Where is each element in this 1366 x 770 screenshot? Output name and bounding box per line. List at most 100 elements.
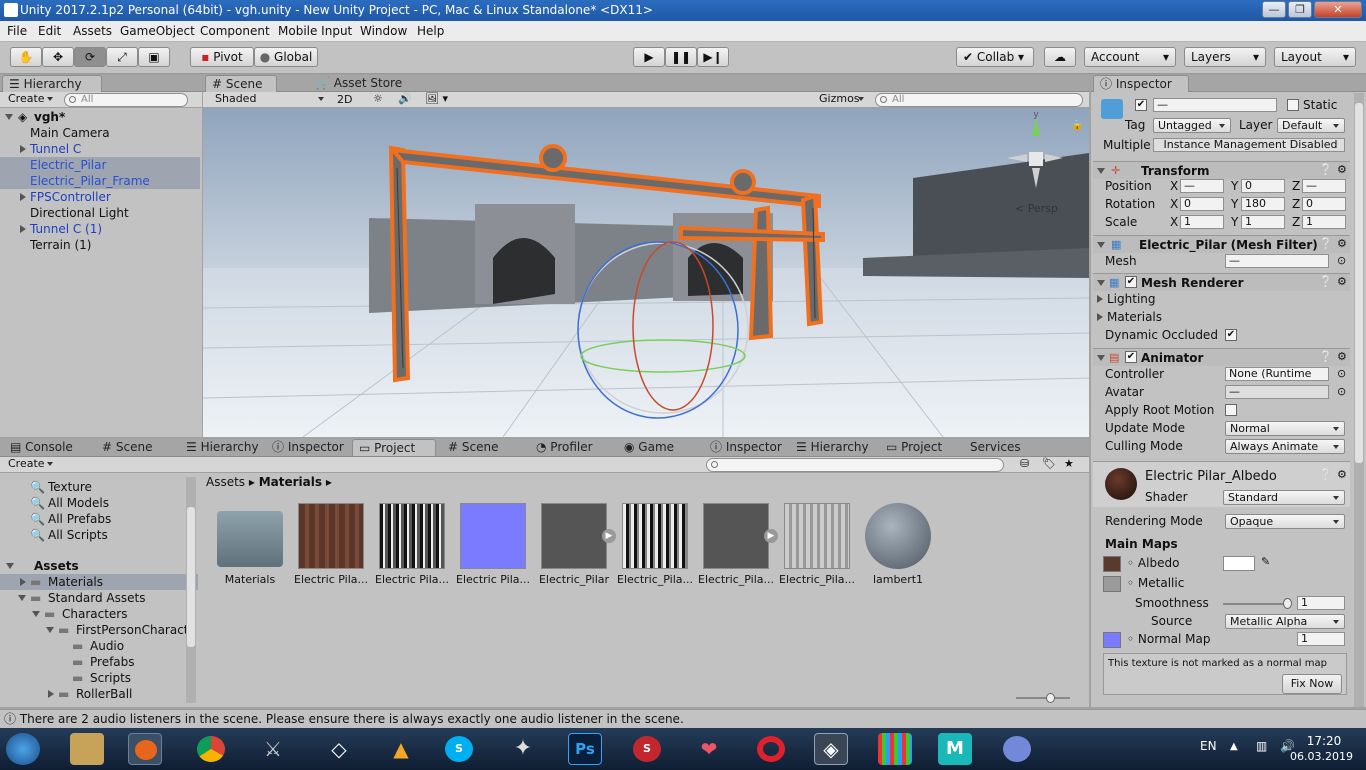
mesh-renderer-header[interactable]: ▦ ✔ Mesh Renderer ❔ ⚙ bbox=[1093, 273, 1350, 291]
tree-item[interactable]: ▬ Standard Assets bbox=[0, 590, 198, 606]
gear-icon[interactable]: ⚙ bbox=[1337, 350, 1347, 363]
hierarchy-create-dropdown[interactable]: Create bbox=[4, 92, 58, 107]
albedo-texture-slot[interactable] bbox=[1103, 556, 1121, 572]
network-icon[interactable]: ▥ bbox=[1256, 739, 1267, 753]
pause-button[interactable]: ❚❚ bbox=[665, 47, 697, 67]
mesh-field[interactable]: — bbox=[1225, 254, 1329, 268]
paint-app-icon[interactable] bbox=[70, 733, 104, 765]
rect-tool-icon[interactable]: ▣ bbox=[138, 47, 170, 67]
expand-arrow-icon[interactable]: ▶ bbox=[764, 529, 778, 543]
tree-item[interactable]: 🔍 All Models bbox=[0, 495, 198, 511]
scale-x-field[interactable]: 1 bbox=[1180, 215, 1224, 229]
opera-icon[interactable] bbox=[754, 733, 788, 765]
menu-assets[interactable]: Assets bbox=[73, 24, 112, 38]
layer-dropdown[interactable]: Default bbox=[1277, 118, 1345, 133]
tree-item[interactable]: 🔍 Texture bbox=[0, 479, 198, 495]
metallic-texture-thumb[interactable] bbox=[379, 503, 445, 569]
list-item[interactable]: Main Camera bbox=[0, 125, 200, 141]
object-picker-icon[interactable]: ⊙ bbox=[1337, 367, 1346, 380]
collab-dropdown[interactable]: ✔ Collab ▾ bbox=[956, 47, 1034, 67]
albedo-color-swatch[interactable] bbox=[1223, 556, 1255, 571]
tab-scene-2[interactable]: # Scene bbox=[442, 439, 504, 456]
dynamic-occluded-checkbox[interactable]: ✔ bbox=[1225, 329, 1237, 341]
list-item[interactable]: FPSController bbox=[0, 189, 200, 205]
menu-edit[interactable]: Edit bbox=[38, 24, 61, 38]
breadcrumb-materials[interactable]: Materials bbox=[259, 475, 322, 489]
object-picker-icon[interactable]: ⊙ bbox=[1337, 254, 1346, 267]
help-icon[interactable]: ❔ bbox=[1319, 275, 1333, 288]
breadcrumb-assets[interactable]: Assets bbox=[206, 475, 245, 489]
chrome-icon[interactable] bbox=[194, 733, 228, 765]
eyedropper-icon[interactable]: ✎ bbox=[1261, 555, 1270, 568]
effects-toggle-icon[interactable]: 🖼 ▾ bbox=[425, 92, 448, 105]
tab-inspector-2[interactable]: ⓘ Inspector bbox=[704, 439, 788, 456]
filter-label-icon[interactable]: 🏷 bbox=[1042, 457, 1056, 470]
lighting-toggle-icon[interactable]: ☼ bbox=[373, 92, 383, 105]
tree-item-assets[interactable]: Assets bbox=[0, 558, 198, 574]
account-dropdown[interactable]: Account ▾ bbox=[1084, 47, 1176, 67]
metallic-texture-slot[interactable] bbox=[1103, 576, 1121, 592]
animator-header[interactable]: ▤ ✔ Animator ❔ ⚙ bbox=[1093, 348, 1350, 366]
clock-date[interactable]: 06.03.2019 bbox=[1290, 750, 1353, 763]
fix-now-button[interactable]: Fix Now bbox=[1282, 674, 1342, 694]
scene-search-input[interactable]: All bbox=[875, 93, 1083, 107]
position-z-field[interactable]: — bbox=[1302, 179, 1346, 193]
gear-icon[interactable]: ⚙ bbox=[1337, 237, 1347, 250]
close-button[interactable]: ✕ bbox=[1314, 1, 1362, 18]
menu-component[interactable]: Component bbox=[200, 24, 270, 38]
layers-dropdown[interactable]: Layers ▾ bbox=[1184, 47, 1266, 67]
animator-enabled-checkbox[interactable]: ✔ bbox=[1125, 351, 1137, 363]
hierarchy-search-input[interactable]: All bbox=[64, 93, 188, 107]
tree-item[interactable]: ▬ RollerBall bbox=[0, 686, 198, 702]
tree-item[interactable]: 🔍 All Scripts bbox=[0, 527, 198, 543]
start-button-icon[interactable] bbox=[6, 733, 40, 765]
list-item[interactable]: Electric_Pilar bbox=[0, 157, 200, 173]
zbrush-icon[interactable]: ✦ bbox=[506, 733, 540, 765]
update-mode-dropdown[interactable]: Normal bbox=[1225, 421, 1345, 436]
hand-tool-icon[interactable]: ✋ bbox=[10, 47, 42, 67]
tab-game[interactable]: ◉ Game bbox=[618, 439, 680, 456]
avatar-field[interactable]: — bbox=[1225, 385, 1329, 399]
move-tool-icon[interactable]: ✥ bbox=[42, 47, 74, 67]
tray-arrow-icon[interactable]: ▲ bbox=[1230, 741, 1238, 752]
firefox-icon[interactable] bbox=[128, 733, 162, 765]
step-button[interactable]: ▶❙ bbox=[697, 47, 729, 67]
minimize-button[interactable]: — bbox=[1262, 1, 1286, 18]
tree-item[interactable]: ▬ Scripts bbox=[0, 670, 198, 686]
unity-taskbar-icon[interactable]: ◈ bbox=[814, 733, 848, 765]
normal-map-strength-field[interactable]: 1 bbox=[1297, 632, 1345, 646]
maya-icon[interactable]: M bbox=[938, 733, 972, 765]
substance-icon[interactable]: S bbox=[630, 733, 664, 765]
mesh-renderer-enabled-checkbox[interactable]: ✔ bbox=[1125, 276, 1137, 288]
tree-item[interactable]: 🔍 All Prefabs bbox=[0, 511, 198, 527]
scrollbar-thumb[interactable] bbox=[187, 507, 195, 647]
tree-item[interactable]: ▬ FirstPersonCharact bbox=[0, 622, 198, 638]
transform-header[interactable]: ✛ Transform ❔ ⚙ bbox=[1093, 161, 1350, 179]
help-icon[interactable]: ❔ bbox=[1319, 163, 1333, 176]
gear-icon[interactable]: ⚙ bbox=[1337, 275, 1347, 288]
rotation-y-field[interactable]: 180 bbox=[1241, 197, 1285, 211]
source-dropdown[interactable]: Metallic Alpha bbox=[1225, 614, 1345, 629]
rotation-x-field[interactable]: 0 bbox=[1180, 197, 1224, 211]
menu-file[interactable]: File bbox=[7, 24, 27, 38]
position-y-field[interactable]: 0 bbox=[1241, 179, 1285, 193]
status-bar[interactable]: ⓘ There are 2 audio listeners in the sce… bbox=[0, 709, 1366, 728]
epic-app-icon[interactable]: ◇ bbox=[322, 733, 356, 765]
ao-texture-thumb[interactable] bbox=[622, 503, 688, 569]
expand-arrow-icon[interactable]: ▶ bbox=[602, 529, 616, 543]
height-texture-thumb[interactable] bbox=[784, 503, 850, 569]
skype-icon[interactable]: S bbox=[442, 733, 476, 765]
favorite-star-icon[interactable]: ★ bbox=[1064, 457, 1074, 470]
tab-hierarchy-2[interactable]: ☰ Hierarchy bbox=[790, 439, 875, 456]
scale-y-field[interactable]: 1 bbox=[1241, 215, 1285, 229]
normal-map-texture-slot[interactable] bbox=[1103, 632, 1121, 648]
photoshop-icon[interactable]: Ps bbox=[568, 733, 602, 765]
menu-mobile-input[interactable]: Mobile Input bbox=[278, 24, 352, 38]
tab-scene[interactable]: # Scene bbox=[205, 75, 277, 92]
culling-mode-dropdown[interactable]: Always Animate bbox=[1225, 439, 1345, 454]
tree-item[interactable]: ▬ Audio bbox=[0, 638, 198, 654]
tab-console[interactable]: ▤ Console bbox=[4, 439, 79, 456]
maximize-button[interactable]: ❐ bbox=[1288, 1, 1312, 18]
albedo-texture-thumb[interactable] bbox=[298, 503, 364, 569]
origin-app-icon[interactable]: ▲ bbox=[384, 733, 418, 765]
